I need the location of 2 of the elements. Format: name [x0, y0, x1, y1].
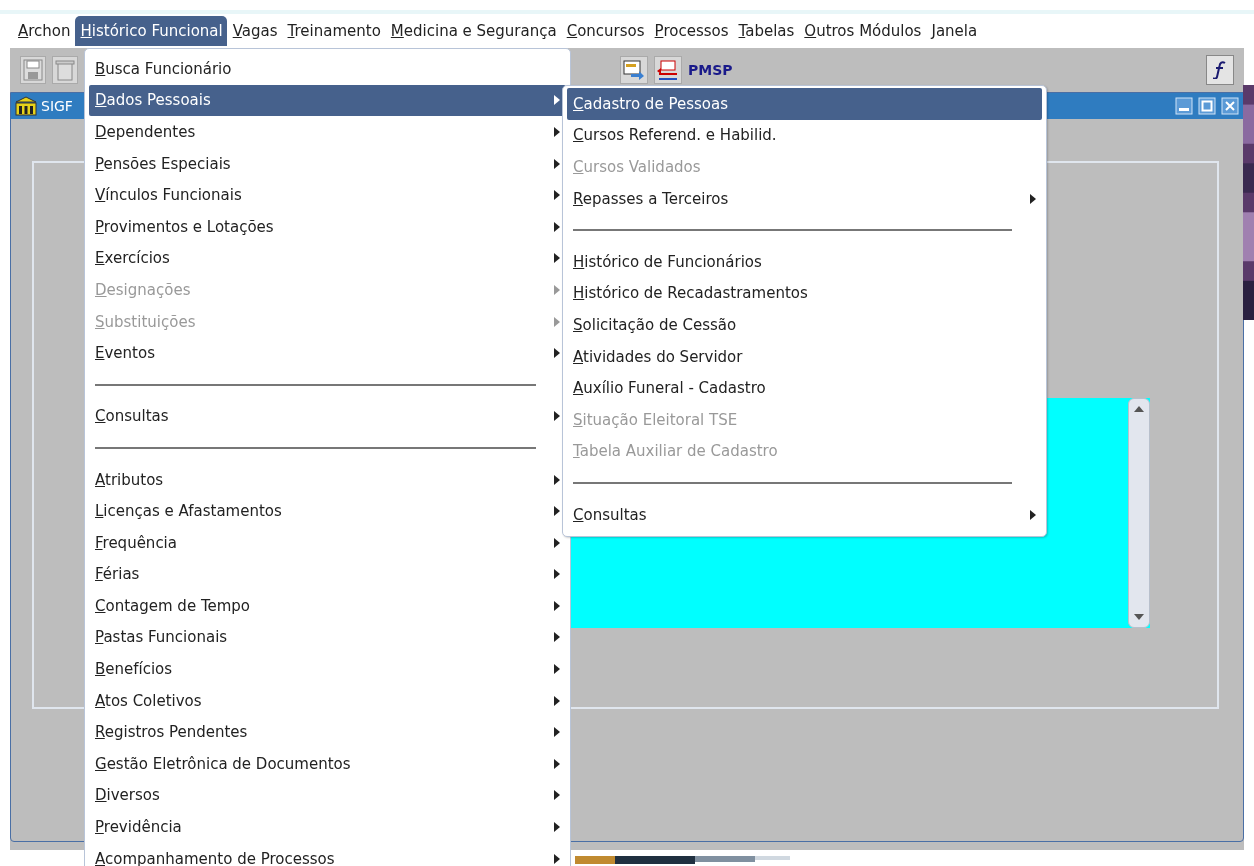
toolbar-label: PMSP: [688, 62, 733, 78]
window-title: SIGF: [41, 98, 73, 114]
